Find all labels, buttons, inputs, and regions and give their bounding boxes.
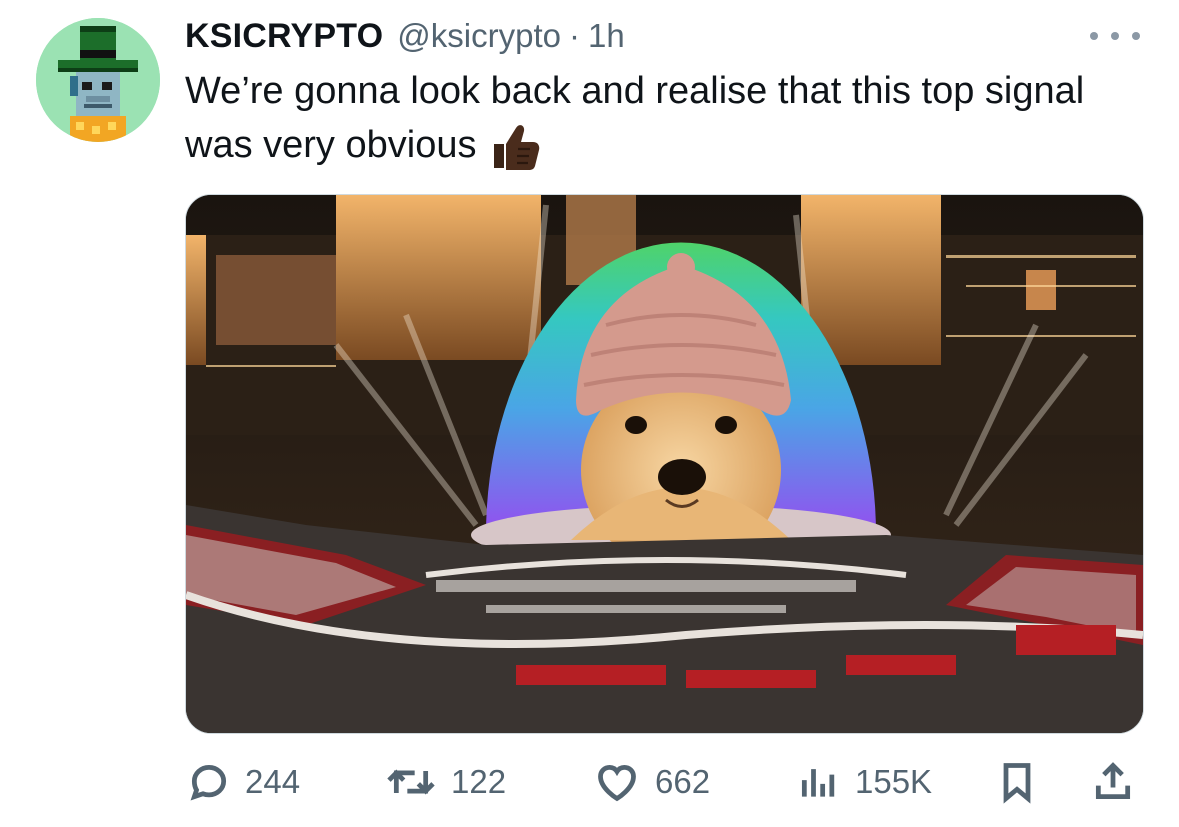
retweet-button[interactable]: 122	[385, 752, 506, 812]
tweet-body: We’re gonna look back and realise that t…	[185, 70, 1085, 166]
like-button[interactable]: 662	[593, 752, 710, 812]
views-button[interactable]: 155K	[797, 752, 932, 812]
bookmark-icon	[1003, 763, 1031, 804]
tweet-text: We’re gonna look back and realise that t…	[185, 64, 1145, 172]
like-count: 662	[655, 763, 711, 800]
separator-dot: ·	[568, 17, 580, 54]
reply-icon	[190, 764, 227, 801]
tweet-action-bar: 244 122 662 155K	[185, 752, 1145, 812]
more-dot-icon	[1090, 32, 1098, 40]
tweet-header: KSICRYPTO @ksicrypto · 1h	[185, 14, 625, 58]
las-vegas-sphere-dog-image-icon	[186, 195, 1143, 733]
more-options-button[interactable]	[1090, 22, 1140, 50]
heart-icon	[598, 764, 636, 802]
user-handle[interactable]: @ksicrypto	[397, 17, 561, 55]
views-count: 155K	[855, 763, 933, 800]
share-icon	[1095, 762, 1131, 800]
reply-count: 244	[245, 763, 301, 800]
display-name[interactable]: KSICRYPTO	[185, 17, 383, 56]
timestamp[interactable]: 1h	[588, 17, 625, 55]
retweet-count: 122	[451, 763, 507, 800]
more-dot-icon	[1132, 32, 1140, 40]
pixel-leprechaun-avatar-icon	[36, 18, 160, 142]
avatar[interactable]	[36, 18, 160, 142]
thumbs-up-icon	[484, 118, 542, 172]
share-button[interactable]	[1091, 752, 1135, 812]
reply-button[interactable]: 244	[187, 752, 300, 812]
more-dot-icon	[1111, 32, 1119, 40]
bookmark-button[interactable]	[995, 752, 1039, 812]
retweet-icon	[387, 769, 435, 795]
analytics-bar-icon	[801, 769, 835, 797]
tweet-media-image[interactable]	[185, 194, 1144, 734]
